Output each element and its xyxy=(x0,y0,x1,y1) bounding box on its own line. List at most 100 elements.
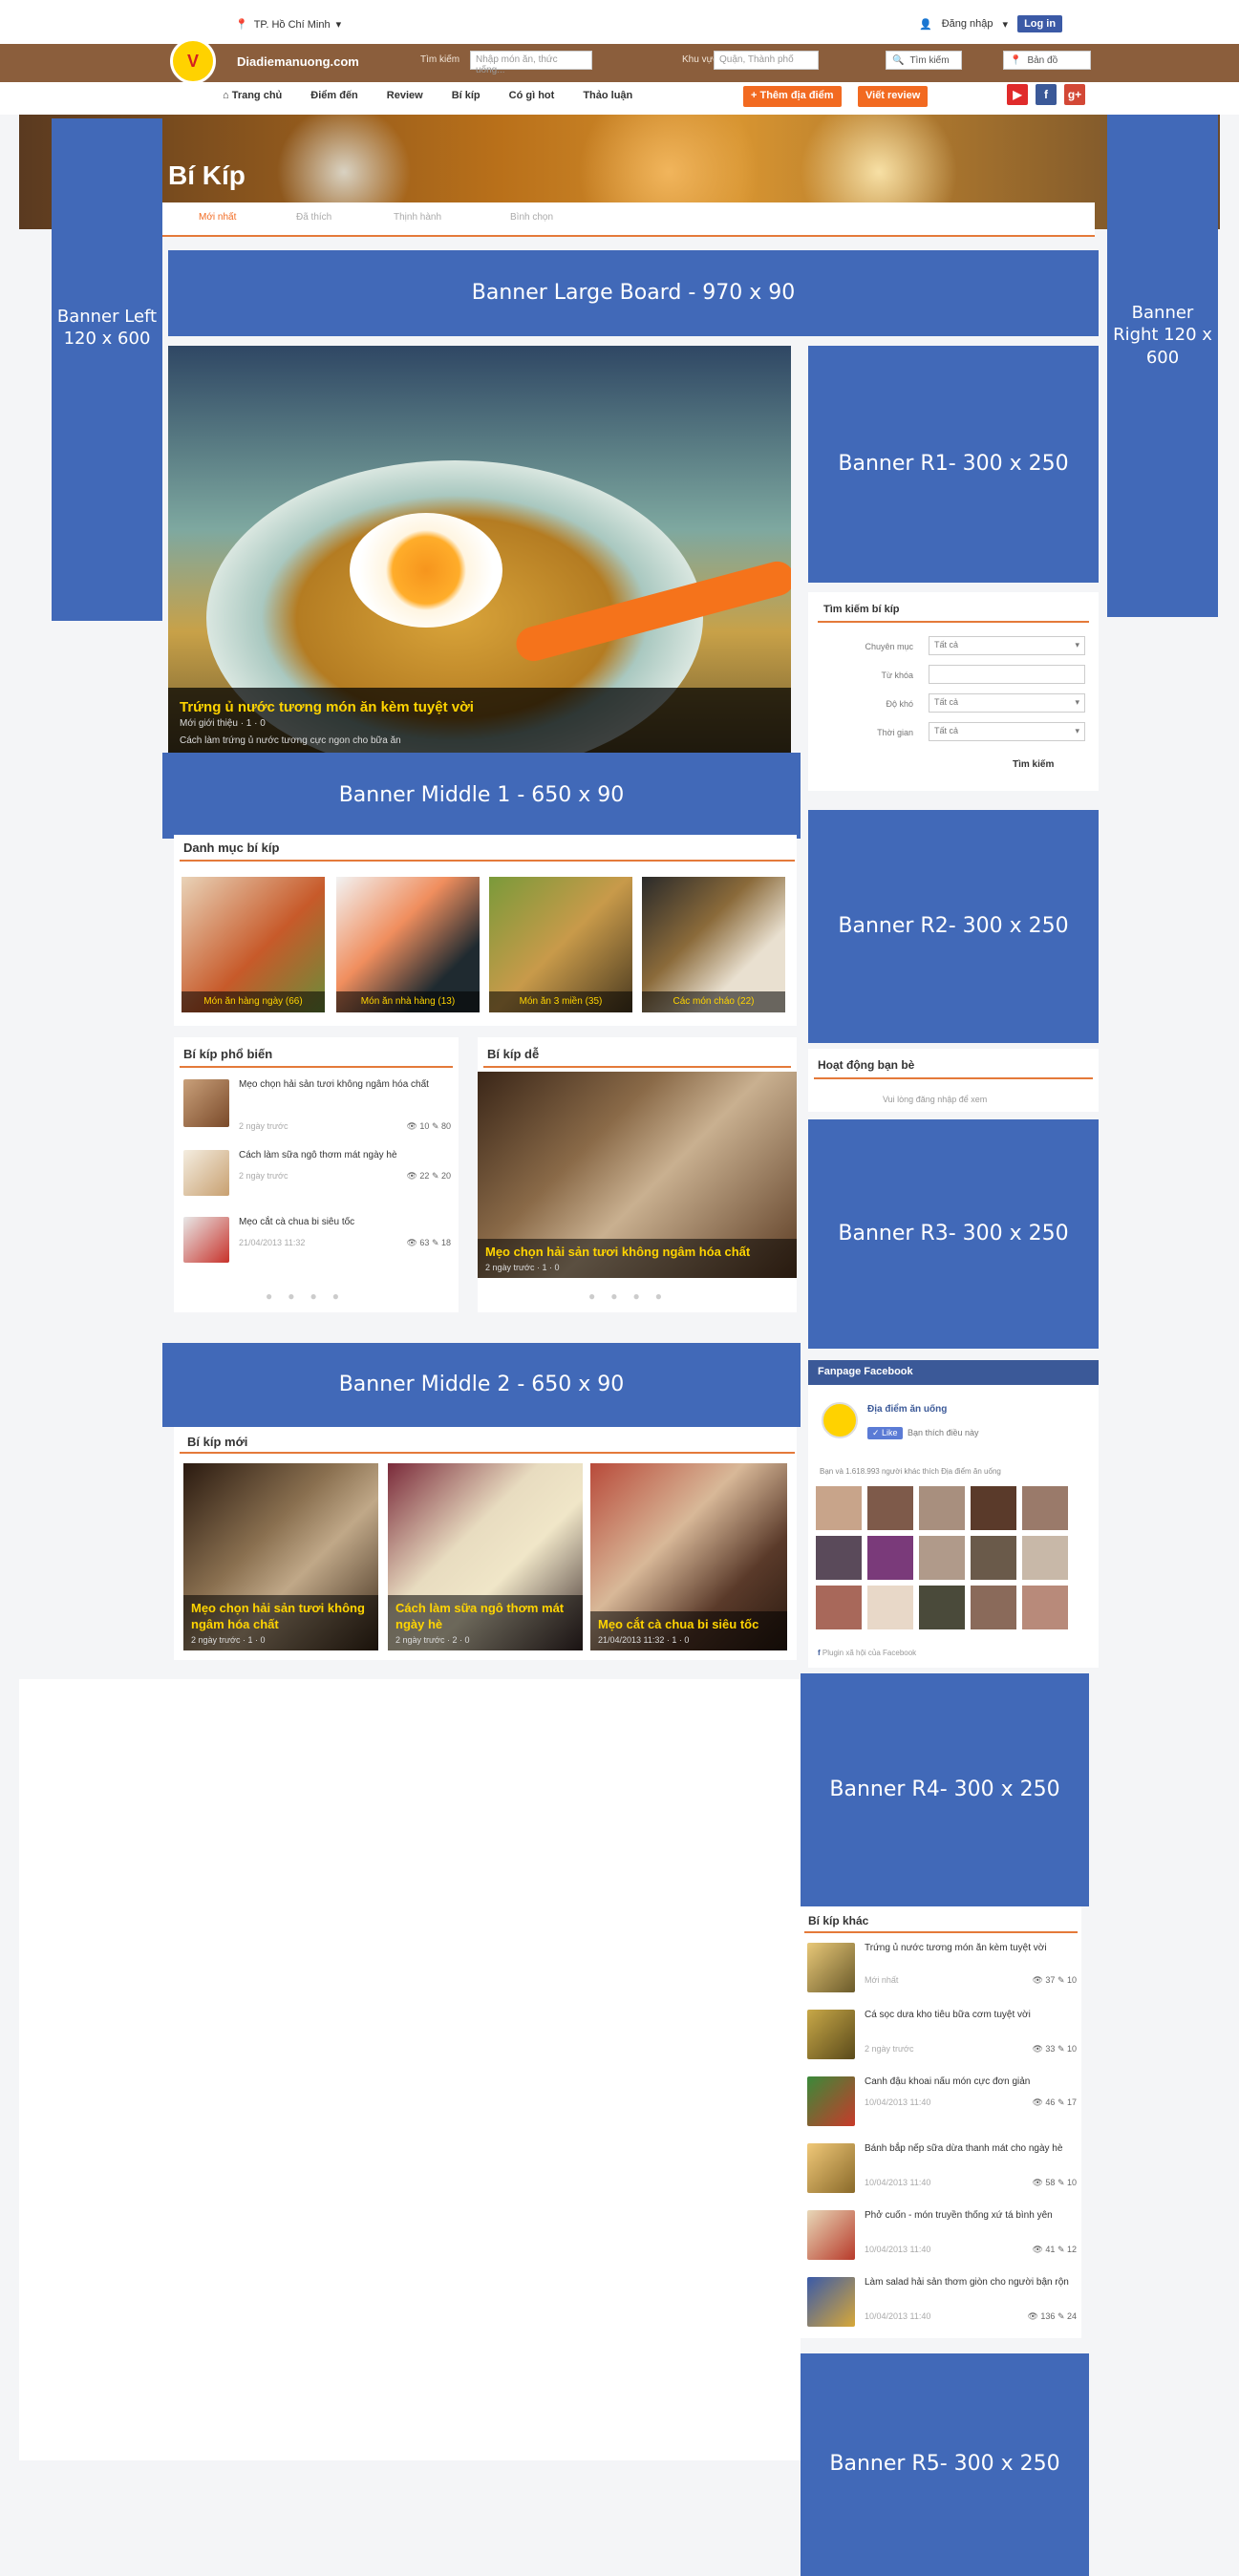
keyword-search-input[interactable]: Nhập món ăn, thức uống... xyxy=(470,51,592,75)
list-item[interactable]: Phở cuốn - món truyền thống xứ tá bình y… xyxy=(807,2210,1077,2271)
list-item[interactable]: Cách làm sữa ngô thơm mát ngày hè 2 ngày… xyxy=(183,1150,451,1207)
write-review-button[interactable]: Viết review xyxy=(858,86,929,107)
map-button[interactable]: 📍 Bản đồ xyxy=(1003,51,1091,70)
easy-card[interactable]: Mẹo chọn hải sản tươi không ngâm hóa chấ… xyxy=(478,1072,797,1278)
comment-icon: ✎ xyxy=(1057,1975,1067,1985)
tab-voted[interactable]: Bình chọn xyxy=(510,212,553,223)
eye-icon: 👁 xyxy=(1032,2245,1046,2254)
comment-icon: ✎ xyxy=(1057,2245,1067,2254)
tab-liked[interactable]: Đã thích xyxy=(296,212,331,223)
carousel-dots[interactable]: ●●●● xyxy=(266,1289,354,1303)
main-nav: ⌂ Trang chủ Điểm đến Review Bí kíp Có gì… xyxy=(223,90,632,101)
list-item[interactable]: Làm salad hải sản thơm giòn cho người bậ… xyxy=(807,2277,1077,2338)
category-card[interactable]: Món ăn 3 miền (35) xyxy=(489,877,632,1012)
page-avatar[interactable] xyxy=(822,1402,858,1438)
banner-r1[interactable]: Banner R1- 300 x 250 xyxy=(808,346,1099,583)
nav-destinations[interactable]: Điểm đến xyxy=(310,90,358,101)
comment-icon: ✎ xyxy=(431,1121,441,1131)
keyword-input[interactable] xyxy=(929,665,1085,684)
area-label: Khu vực xyxy=(682,54,718,65)
category-select[interactable]: Tất cả ▾ xyxy=(929,636,1085,655)
eye-icon: 👁 xyxy=(1032,1975,1046,1985)
comment-icon: ✎ xyxy=(431,1238,441,1247)
carousel-dots[interactable]: ●●●● xyxy=(588,1289,677,1303)
home-icon: ⌂ xyxy=(223,90,232,101)
list-item[interactable]: Cá sọc dưa kho tiêu bữa cơm tuyệt vời 2 … xyxy=(807,2010,1077,2071)
banner-r4[interactable]: Banner R4- 300 x 250 xyxy=(801,1673,1089,1906)
like-button[interactable]: ✓ Like xyxy=(867,1427,903,1439)
comment-icon: ✎ xyxy=(431,1171,441,1181)
new-card[interactable]: Cách làm sữa ngô thơm mát ngày hè 2 ngày … xyxy=(388,1463,583,1650)
eye-icon: 👁 xyxy=(406,1171,420,1181)
field-label-keyword: Từ khóa xyxy=(881,671,913,680)
list-item[interactable]: Mẹo chọn hải sản tươi không ngâm hóa chấ… xyxy=(183,1079,451,1137)
chevron-down-icon: ▾ xyxy=(1075,726,1079,735)
thumbs-up-icon: ✓ xyxy=(872,1428,883,1437)
list-item[interactable]: Trứng ủ nước tương món ăn kèm tuyệt vời … xyxy=(807,1943,1077,2004)
login-link[interactable]: Đăng nhập xyxy=(942,18,993,30)
nav-hot[interactable]: Có gì hot xyxy=(509,90,555,101)
new-card[interactable]: Mẹo chọn hải sản tươi không ngâm hóa chấ… xyxy=(183,1463,378,1650)
friends-login-prompt[interactable]: Vui lòng đăng nhập để xem xyxy=(883,1095,987,1104)
comment-icon: ✎ xyxy=(1057,2311,1067,2321)
google-plus-icon[interactable]: g+ xyxy=(1064,84,1085,105)
nav-home[interactable]: ⌂ Trang chủ xyxy=(223,90,282,101)
list-item[interactable]: Mẹo cắt cà chua bi siêu tốc 21/04/2013 1… xyxy=(183,1217,451,1274)
search-label: Tìm kiếm xyxy=(420,54,460,65)
map-pin-icon: 📍 xyxy=(235,19,248,31)
banner-r2[interactable]: Banner R2- 300 x 250 xyxy=(808,810,1099,1043)
banner-r5[interactable]: Banner R5- 300 x 250 xyxy=(801,2353,1089,2576)
category-card[interactable]: Món ăn nhà hàng (13) xyxy=(336,877,480,1012)
banner-middle-1[interactable]: Banner Middle 1 - 650 x 90 xyxy=(162,753,801,839)
banner-r3[interactable]: Banner R3- 300 x 250 xyxy=(808,1119,1099,1349)
category-card[interactable]: Các món cháo (22) xyxy=(642,877,785,1012)
easy-title: Bí kíp dễ xyxy=(487,1047,540,1061)
like-status: Bạn thích điều này xyxy=(908,1428,979,1437)
nav-tips[interactable]: Bí kíp xyxy=(452,90,481,101)
banner-right[interactable]: Banner Right 120 x 600 xyxy=(1107,115,1218,617)
facebook-icon[interactable]: f xyxy=(1036,84,1057,105)
location-selector[interactable]: 📍 TP. Hồ Chí Minh ▾ xyxy=(235,18,342,32)
field-label-difficulty: Độ khó xyxy=(886,699,913,709)
list-item[interactable]: Canh đậu khoai nấu món cực đơn giản 10/0… xyxy=(807,2076,1077,2138)
search-submit-button[interactable]: Tìm kiếm xyxy=(1013,759,1054,770)
featured-desc: Cách làm trứng ủ nước tương cực ngon cho… xyxy=(180,735,401,746)
tab-trending[interactable]: Thịnh hành xyxy=(394,212,441,223)
eye-icon: 👁 xyxy=(1027,2311,1041,2321)
chevron-down-icon: ▾ xyxy=(1002,18,1009,31)
list-item[interactable]: Bánh bắp nếp sữa dừa thanh mát cho ngày … xyxy=(807,2143,1077,2204)
search-tips-title: Tìm kiếm bí kíp xyxy=(823,604,900,615)
eye-icon: 👁 xyxy=(1032,2097,1046,2107)
user-icon: 👤 xyxy=(919,18,932,31)
popular-title: Bí kíp phổ biến xyxy=(183,1047,273,1061)
banner-left[interactable]: Banner Left 120 x 600 xyxy=(52,118,162,621)
nav-review[interactable]: Review xyxy=(387,90,423,101)
chevron-down-icon: ▾ xyxy=(335,19,342,31)
time-select[interactable]: Tất cả ▾ xyxy=(929,722,1085,741)
eye-icon: 👁 xyxy=(406,1238,420,1247)
area-search-input[interactable]: Quận, Thành phố xyxy=(714,51,819,70)
comment-icon: ✎ xyxy=(1057,2097,1067,2107)
difficulty-select[interactable]: Tất cả ▾ xyxy=(929,693,1085,713)
other-title: Bí kíp khác xyxy=(808,1914,869,1927)
chevron-down-icon: ▾ xyxy=(1075,697,1079,707)
page-title: Bí Kíp xyxy=(168,160,246,190)
tab-newest[interactable]: Mới nhất xyxy=(199,212,236,223)
site-name[interactable]: Diadiemanuong.com xyxy=(237,54,359,69)
site-logo[interactable]: V xyxy=(170,38,216,84)
banner-middle-2[interactable]: Banner Middle 2 - 650 x 90 xyxy=(162,1343,801,1427)
facebook-login-button[interactable]: Log in xyxy=(1017,15,1063,32)
chevron-down-icon: ▾ xyxy=(1075,640,1079,649)
search-button[interactable]: 🔍 Tìm kiếm xyxy=(886,51,962,70)
page-name[interactable]: Địa điểm ăn uống xyxy=(867,1404,947,1415)
category-card[interactable]: Món ăn hàng ngày (66) xyxy=(182,877,325,1012)
youtube-icon[interactable]: ▶ xyxy=(1007,84,1028,105)
banner-large-board[interactable]: Banner Large Board - 970 x 90 xyxy=(168,250,1099,336)
fan-avatars xyxy=(816,1486,1093,1639)
search-icon: 🔍 xyxy=(892,54,905,66)
new-card[interactable]: Mẹo cắt cà chua bi siêu tốc 21/04/2013 11… xyxy=(590,1463,787,1650)
nav-discussion[interactable]: Thảo luận xyxy=(583,90,632,101)
add-place-button[interactable]: + Thêm địa điểm xyxy=(743,86,842,107)
login-area: 👤 Đăng nhập ▾ Log in xyxy=(919,15,1063,32)
featured-title[interactable]: Trứng ủ nước tương món ăn kèm tuyệt vời xyxy=(180,699,474,715)
